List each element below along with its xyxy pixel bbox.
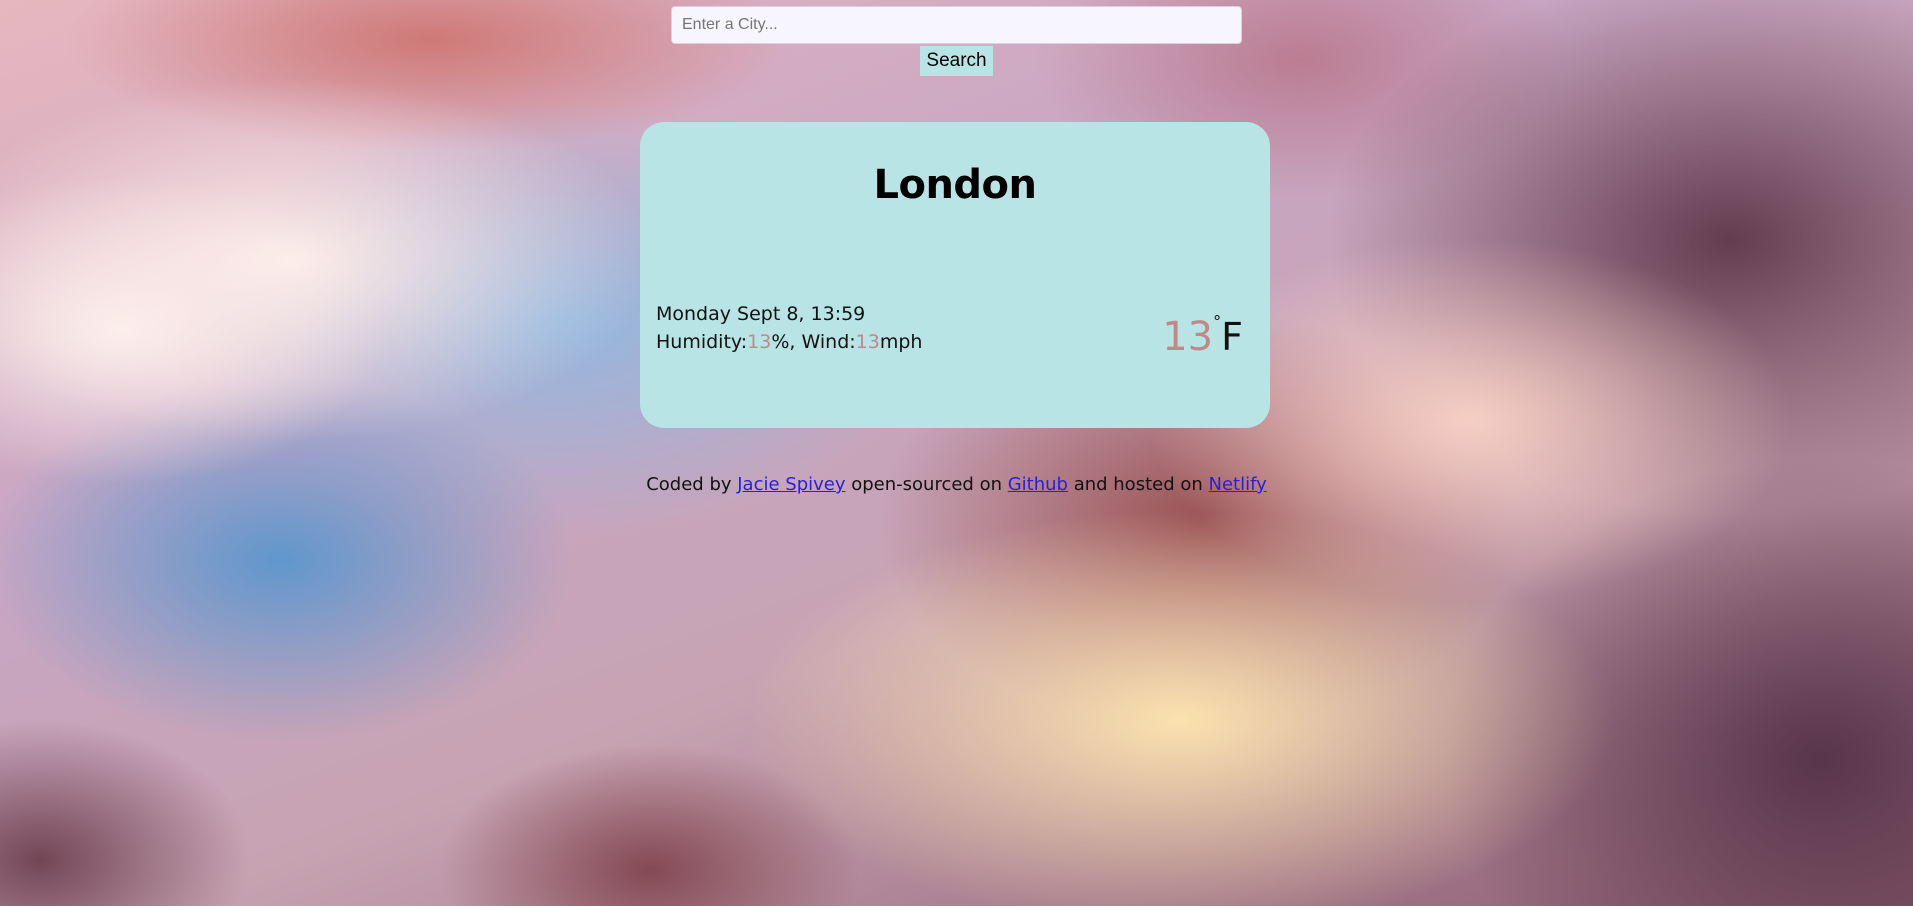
weather-details: Monday Sept 8, 13:59 Humidity:13%, Wind:… bbox=[656, 300, 922, 356]
netlify-link[interactable]: Netlify bbox=[1209, 474, 1267, 495]
wind-value: 13 bbox=[855, 331, 880, 353]
city-name: London bbox=[873, 162, 1037, 208]
temperature-unit: F bbox=[1221, 315, 1243, 359]
wind-label: Wind: bbox=[801, 331, 856, 353]
humidity-value: 13 bbox=[747, 331, 772, 353]
footer-text-open-sourced: open-sourced on bbox=[845, 474, 1008, 495]
weather-card: London Monday Sept 8, 13:59 Humidity:13%… bbox=[640, 122, 1270, 428]
city-search-input[interactable] bbox=[671, 6, 1242, 44]
search-form: Search bbox=[0, 6, 1913, 76]
weather-app-page: { "search": { "placeholder": "Enter a Ci… bbox=[0, 0, 1913, 906]
footer: Coded by Jacie Spivey open-sourced on Gi… bbox=[0, 474, 1913, 495]
github-link[interactable]: Github bbox=[1008, 474, 1068, 495]
wind-unit: mph bbox=[879, 331, 923, 353]
degree-symbol: ° bbox=[1213, 312, 1222, 331]
footer-text-hosted: and hosted on bbox=[1067, 474, 1209, 495]
temperature-display: 13°F bbox=[1162, 312, 1243, 360]
humidity-wind-line: Humidity:13%, Wind:13mph bbox=[656, 328, 922, 356]
author-link[interactable]: Jacie Spivey bbox=[737, 474, 845, 495]
date-time: Monday Sept 8, 13:59 bbox=[656, 303, 866, 325]
footer-text-coded-by: Coded by bbox=[646, 474, 738, 495]
search-button[interactable]: Search bbox=[920, 46, 993, 76]
humidity-label: Humidity: bbox=[656, 331, 748, 353]
humidity-unit: %, bbox=[771, 331, 802, 353]
temperature-value: 13 bbox=[1162, 314, 1214, 360]
